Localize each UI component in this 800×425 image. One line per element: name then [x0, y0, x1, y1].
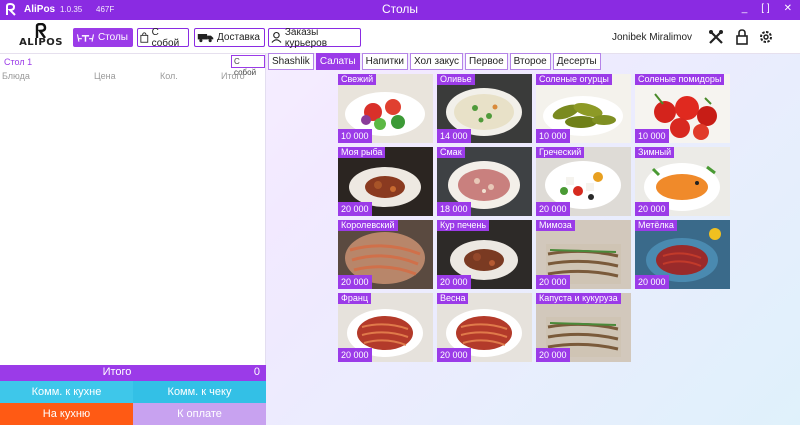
product-name: Королевский — [338, 220, 398, 231]
kitchen-comment-button[interactable]: Комм. к кухне — [0, 381, 133, 403]
product-tile[interactable]: Соленые огурцы 10 000 — [536, 74, 631, 143]
product-name: Оливье — [437, 74, 475, 85]
nav-tables-button[interactable]: Столы — [73, 28, 133, 47]
courier-icon — [271, 31, 282, 43]
tab-first-course[interactable]: Первое — [465, 53, 508, 70]
product-name: Смак — [437, 147, 465, 158]
title-bar: AliPos 1.0.35 467F Столы _ [ ] ✕ — [0, 0, 800, 20]
tables-icon — [76, 33, 95, 42]
tab-second-course[interactable]: Второе — [509, 53, 551, 70]
product-price: 20 000 — [635, 275, 669, 289]
product-price: 10 000 — [536, 129, 570, 143]
product-name: Весна — [437, 293, 469, 304]
tools-icon[interactable] — [708, 29, 724, 45]
column-price: Цена — [94, 71, 116, 81]
total-label: Итого — [102, 366, 132, 378]
order-columns-header: Блюда Цена Кол. Итого — [2, 71, 264, 83]
product-price: 10 000 — [338, 129, 372, 143]
logo-text: ALIPOS — [19, 37, 63, 48]
product-tile[interactable]: Свежий 10 000 — [338, 74, 433, 143]
maximize-button[interactable]: [ ] — [761, 3, 769, 14]
column-dishes: Блюда — [2, 71, 30, 81]
to-payment-button[interactable]: К оплате — [133, 403, 266, 425]
product-price: 20 000 — [338, 202, 372, 216]
product-tile[interactable]: Соленые помидоры 10 000 — [635, 74, 730, 143]
window-title: Столы — [381, 2, 419, 16]
product-name: Свежий — [338, 74, 377, 85]
close-button[interactable]: ✕ — [784, 3, 792, 14]
product-tile[interactable]: Зимный 20 000 — [635, 147, 730, 216]
product-price: 18 000 — [437, 202, 471, 216]
total-value: 0 — [253, 366, 260, 378]
table-name: Стол 1 — [4, 57, 33, 67]
product-tile[interactable]: Греческий 20 000 — [536, 147, 631, 216]
product-price: 20 000 — [437, 275, 471, 289]
tab-cold-appetizers[interactable]: Хол закус — [409, 53, 464, 70]
product-tile[interactable]: Метёлка 20 000 — [635, 220, 730, 289]
takeaway-icon — [140, 32, 149, 43]
product-tile[interactable]: Кур печень 20 000 — [437, 220, 532, 289]
product-name: Капуста и кукуруза — [536, 293, 621, 304]
user-name: Jonibek Miralimov — [612, 32, 693, 43]
truck-icon — [197, 34, 214, 43]
check-comment-button[interactable]: Комм. к чеку — [133, 381, 266, 403]
alipos-logo: ALIPOS — [18, 23, 64, 51]
product-price: 10 000 — [635, 129, 669, 143]
product-name: Метёлка — [635, 220, 677, 231]
product-tile[interactable]: Смак 18 000 — [437, 147, 532, 216]
lock-icon[interactable] — [734, 29, 750, 45]
product-name: Зимный — [635, 147, 675, 158]
order-panel: Стол 1 С собой Блюда Цена Кол. Итого Ито… — [0, 54, 266, 425]
nav-delivery-button[interactable]: Доставка — [194, 28, 265, 47]
product-tile[interactable]: Королевский 20 000 — [338, 220, 433, 289]
product-price: 20 000 — [338, 348, 372, 362]
product-price: 20 000 — [635, 202, 669, 216]
product-price: 20 000 — [338, 275, 372, 289]
product-price: 20 000 — [437, 348, 471, 362]
column-qty: Кол. — [160, 71, 178, 81]
product-name: Греческий — [536, 147, 585, 158]
product-name: Мимоза — [536, 220, 575, 231]
nav-courier-orders-button[interactable]: Заказы курьеров — [268, 26, 361, 49]
product-name: Моя рыба — [338, 147, 386, 158]
takeaway-toggle[interactable]: С собой — [231, 55, 265, 77]
nav-tables-label: Столы — [97, 32, 128, 43]
product-name: Франц — [338, 293, 371, 304]
nav-takeaway-button[interactable]: С собой — [137, 26, 189, 49]
product-price: 20 000 — [536, 202, 570, 216]
product-price: 20 000 — [536, 348, 570, 362]
product-tile[interactable]: Капуста и кукуруза 20 000 — [536, 293, 631, 362]
product-tile[interactable]: Весна 20 000 — [437, 293, 532, 362]
product-tile[interactable]: Франц 20 000 — [338, 293, 433, 362]
nav-delivery-label: Доставка — [217, 32, 260, 43]
nav-takeaway-label: С собой — [151, 26, 180, 49]
top-header: ALIPOS Столы С собой Доставка Заказы кур… — [0, 20, 800, 54]
product-name: Соленые помидоры — [635, 74, 725, 85]
tab-desserts[interactable]: Десерты — [552, 53, 601, 70]
product-name: Кур печень — [437, 220, 490, 231]
product-price: 20 000 — [536, 275, 570, 289]
product-tile[interactable]: Оливье 14 000 — [437, 74, 532, 143]
product-price: 14 000 — [437, 129, 471, 143]
product-name: Соленые огурцы — [536, 74, 612, 85]
nav-courier-orders-label: Заказы курьеров — [284, 26, 328, 49]
column-total: Итого — [221, 71, 245, 81]
category-tabs: Shashlik Салаты Напитки Хол закус Первое… — [268, 53, 601, 70]
tab-drinks[interactable]: Напитки — [361, 53, 408, 70]
order-total-bar: Итого 0 — [0, 365, 266, 381]
product-tile[interactable]: Мимоза 20 000 — [536, 220, 631, 289]
product-tile[interactable]: Моя рыба 20 000 — [338, 147, 433, 216]
send-to-kitchen-button[interactable]: На кухню — [0, 403, 133, 425]
tab-salads[interactable]: Салаты — [315, 53, 360, 70]
tab-shashlik[interactable]: Shashlik — [268, 53, 314, 70]
minimize-button[interactable]: _ — [742, 3, 748, 14]
settings-icon[interactable] — [758, 29, 774, 45]
